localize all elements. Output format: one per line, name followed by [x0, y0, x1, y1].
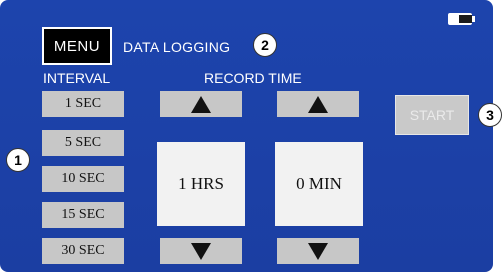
- interval-option-30-sec[interactable]: 30 SEC: [42, 238, 124, 264]
- callout-2: 2: [253, 33, 277, 57]
- hours-value: 1 HRS: [157, 142, 245, 226]
- minutes-up-button[interactable]: [277, 91, 359, 117]
- device-screen: MENU DATA LOGGING INTERVAL RECORD TIME 1…: [0, 0, 493, 272]
- record-time-label: RECORD TIME: [204, 70, 302, 86]
- interval-option-5-sec[interactable]: 5 SEC: [42, 130, 124, 156]
- interval-option-10-sec[interactable]: 10 SEC: [42, 166, 124, 192]
- menu-button[interactable]: MENU: [42, 27, 112, 65]
- battery-icon: [448, 13, 472, 25]
- triangle-up-icon: [308, 95, 328, 113]
- interval-option-15-sec[interactable]: 15 SEC: [42, 202, 124, 228]
- battery-tip: [472, 16, 475, 22]
- triangle-down-icon: [308, 242, 328, 260]
- callout-1: 1: [6, 148, 30, 172]
- interval-label: INTERVAL: [43, 70, 111, 86]
- interval-option-1-sec[interactable]: 1 SEC: [42, 91, 124, 117]
- page-title: DATA LOGGING: [123, 39, 231, 55]
- callout-3: 3: [478, 103, 502, 127]
- hours-down-button[interactable]: [160, 238, 242, 264]
- hours-up-button[interactable]: [160, 91, 242, 117]
- triangle-up-icon: [191, 95, 211, 113]
- minutes-down-button[interactable]: [277, 238, 359, 264]
- triangle-down-icon: [191, 242, 211, 260]
- minutes-value: 0 MIN: [275, 142, 363, 226]
- start-button[interactable]: START: [395, 95, 469, 135]
